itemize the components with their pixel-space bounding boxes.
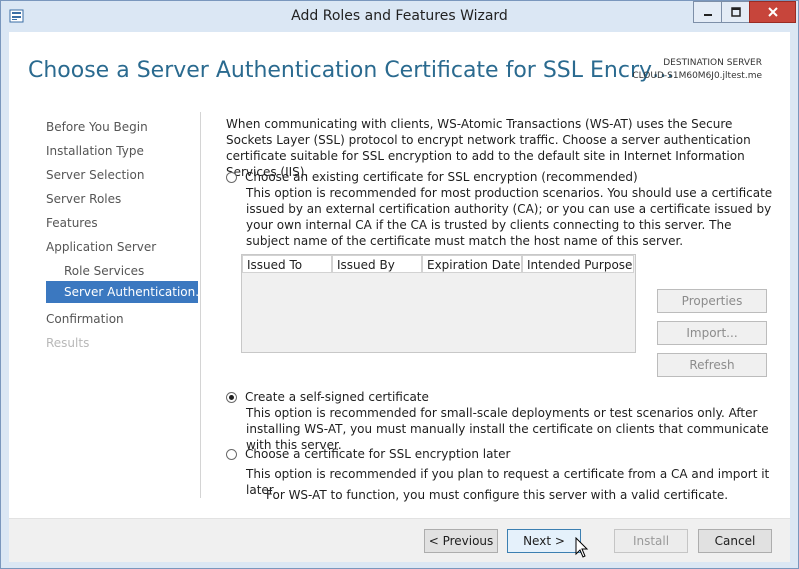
option-existing-certificate-label[interactable]: Choose an existing certificate for SSL e… [245,169,638,185]
destination-server-name: CLOUD-S1M60M6J0.jltest.me [632,71,762,81]
close-button[interactable] [749,1,796,23]
previous-button[interactable]: < Previous [424,529,498,553]
option-self-signed-certificate-label[interactable]: Create a self-signed certificate [245,389,429,405]
nav-item-before-you-begin[interactable]: Before You Begin [46,116,148,138]
import-button[interactable]: Import... [657,321,767,345]
ws-at-note: For WS-AT to function, you must configur… [266,488,729,502]
install-button: Install [614,529,688,553]
certificate-table[interactable]: Issued To Issued By Expiration Date Inte… [241,254,636,353]
column-intended-purpose[interactable]: Intended Purpose [522,255,634,273]
maximize-icon [730,7,741,17]
nav-item-features[interactable]: Features [46,212,98,234]
option-self-signed-certificate[interactable]: Create a self-signed certificate [226,389,429,405]
nav-item-confirmation[interactable]: Confirmation [46,308,124,330]
radio-certificate-later[interactable] [226,448,237,460]
certificate-table-header: Issued To Issued By Expiration Date Inte… [242,255,635,275]
column-expiration-date[interactable]: Expiration Date [422,255,522,273]
minimize-button[interactable] [693,1,722,23]
nav-divider [200,112,201,498]
nav-item-application-server[interactable]: Application Server [46,236,156,258]
maximize-button[interactable] [721,1,750,23]
wizard-footer: < Previous Next > Install Cancel [9,519,790,562]
wizard-client-area: Choose a Server Authentication Certifica… [9,32,790,562]
wizard-window: Add Roles and Features Wizard Choose a S… [0,0,799,569]
destination-server-label: DESTINATION SERVER [663,58,762,68]
option-existing-certificate[interactable]: Choose an existing certificate for SSL e… [226,169,638,185]
properties-button[interactable]: Properties [657,289,767,313]
option-existing-certificate-description: This option is recommended for most prod… [246,186,773,248]
radio-self-signed-certificate[interactable] [226,391,237,403]
nav-item-results: Results [46,336,90,350]
column-issued-to[interactable]: Issued To [242,255,332,273]
nav-item-role-services[interactable]: Role Services [64,260,144,282]
close-icon [767,7,778,17]
radio-existing-certificate[interactable] [226,171,237,183]
option-certificate-later[interactable]: Choose a certificate for SSL encryption … [226,446,510,462]
nav-item-server-roles[interactable]: Server Roles [46,188,121,210]
minimize-icon [703,14,712,16]
title-bar[interactable]: Add Roles and Features Wizard [1,1,798,32]
mouse-pointer-icon [575,537,589,558]
page-title: Choose a Server Authentication Certifica… [28,58,675,83]
window-title: Add Roles and Features Wizard [291,8,508,24]
option-certificate-later-label[interactable]: Choose a certificate for SSL encryption … [245,446,510,462]
column-issued-by[interactable]: Issued By [332,255,422,273]
wizard-header: Choose a Server Authentication Certifica… [9,32,790,112]
nav-item-installation-type[interactable]: Installation Type [46,140,144,162]
nav-item-server-selection[interactable]: Server Selection [46,164,144,186]
next-button[interactable]: Next > [507,529,581,553]
refresh-button[interactable]: Refresh [657,353,767,377]
cancel-button[interactable]: Cancel [698,529,772,553]
nav-item-server-authentication[interactable]: Server Authentication... [46,281,207,303]
